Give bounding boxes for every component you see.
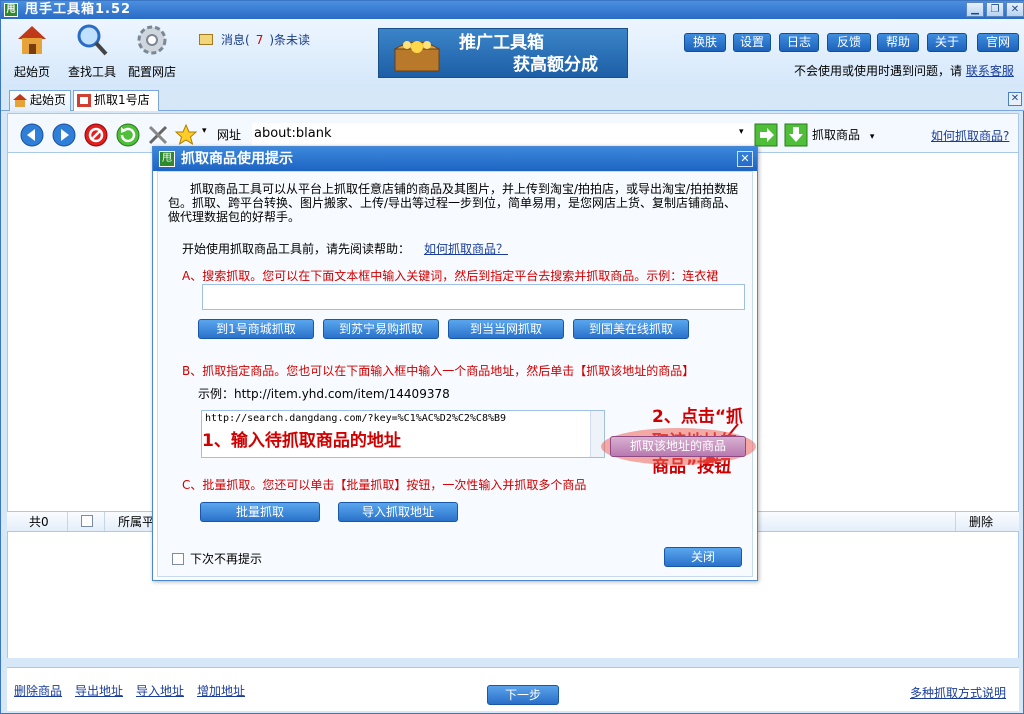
column-store: 所属平 [118,515,155,529]
window-title: 甩手工具箱1.52 [25,2,132,17]
dialog-intro: 抓取商品工具可以从平台上抓取任意店铺的商品及其图片，并上传到淘宝/拍拍店，或导出… [168,182,739,224]
keyword-input[interactable] [202,284,745,310]
tool-search[interactable]: 查找工具 [62,23,122,80]
tool-home[interactable]: 起始页 [2,23,62,80]
feedback-button[interactable]: 反馈 [827,33,871,52]
close-dialog-icon[interactable]: ✕ [737,151,753,167]
grab-methods-link[interactable]: 多种抓取方式说明 [910,684,1006,701]
tool-config-store[interactable]: 配置网店 [122,23,182,80]
url-example: 示例：http://item.yhd.com/item/14409378 [198,387,450,401]
batch-grab-button[interactable]: 批量抓取 [200,502,320,522]
official-site-button[interactable]: 官网 [977,33,1019,52]
grab-icon [77,94,91,107]
help-prefix: 开始使用抓取商品工具前，请先阅读帮助： [182,242,411,256]
grab-suning-button[interactable]: 到苏宁易购抓取 [323,319,439,339]
log-button[interactable]: 日志 [779,33,819,52]
column-divider [104,512,105,531]
close-tab-icon[interactable]: ✕ [1008,92,1022,106]
select-all-checkbox[interactable] [81,515,93,527]
home-icon [13,94,27,107]
treasure-chest-icon [393,41,441,72]
promo-banner[interactable]: 推广工具箱 获高额分成 [378,28,628,78]
tools-icon[interactable] [146,123,170,147]
main-toolbar: 起始页 查找工具 配置网店 消息(7)条未读 推广工具箱 获高额分成 换肤 设置… [1,19,1024,87]
annotation-step-1: 1、输入待抓取商品的地址 [202,431,401,451]
close-window-icon[interactable]: ✕ [1006,2,1024,17]
column-divider [955,512,956,531]
search-icon [77,24,108,56]
go-icon[interactable] [754,123,778,147]
stop-icon[interactable] [84,123,108,147]
support-notice: 不会使用或使用时遇到问题，请 联系客服 [794,64,1014,78]
delete-products-link[interactable]: 删除商品 [14,682,62,699]
maximize-icon[interactable]: ❐ [986,2,1004,17]
import-address-link[interactable]: 导入地址 [136,682,184,699]
close-dialog-button[interactable]: 关闭 [664,547,742,567]
app-logo-icon: 甩 [159,151,175,167]
dialog-title: 抓取商品使用提示 [153,147,757,171]
column-divider [67,512,68,531]
column-delete: 删除 [969,515,994,529]
tab-home[interactable]: 起始页 [9,90,71,111]
gear-icon [137,25,167,55]
favorites-dropdown-icon[interactable]: ▾ [202,126,207,136]
grab-gome-button[interactable]: 到国美在线抓取 [573,319,689,339]
url-input[interactable]: about:blank [252,123,756,145]
tab-grab-yhd[interactable]: 抓取1号店 [73,90,159,111]
app-logo-icon: 甩 [4,3,18,17]
skin-button[interactable]: 换肤 [684,33,726,52]
product-count: 共0 [29,515,49,529]
favorites-star-icon[interactable] [174,123,198,147]
help-button[interactable]: 帮助 [877,33,919,52]
chevron-down-icon: ▾ [869,132,875,142]
back-icon[interactable] [20,123,44,147]
next-step-button[interactable]: 下一步 [487,685,559,705]
dialog-body: 抓取商品工具可以从平台上抓取任意店铺的商品及其图片，并上传到淘宝/拍拍店，或导出… [157,171,756,577]
envelope-icon [199,34,213,45]
grab-products-menu[interactable]: 抓取商品 ▾ [812,126,874,143]
import-grab-address-button[interactable]: 导入抓取地址 [338,502,458,522]
url-label: 网址 [217,128,242,142]
forward-icon[interactable] [52,123,76,147]
no-remind-label: 下次不再提示 [190,552,263,566]
section-a-desc: A、搜索抓取。您可以在下面文本框中输入关键词，然后到指定平台去搜索并抓取商品。示… [182,269,719,283]
tab-bar: 起始页 抓取1号店 [1,87,1024,111]
how-to-grab-link[interactable]: 如何抓取商品? [931,127,1009,144]
title-bar: 甩 甩手工具箱1.52 ▁ ❐ ✕ [1,1,1024,19]
section-c-desc: C、批量抓取。您还可以单击【批量抓取】按钮，一次性输入并抓取多个商品 [182,478,587,492]
minimize-icon[interactable]: ▁ [966,2,984,17]
add-address-link[interactable]: 增加地址 [197,682,245,699]
export-address-link[interactable]: 导出地址 [75,682,123,699]
how-to-grab-help-link[interactable]: 如何抓取商品？ [424,242,508,256]
url-dropdown-icon[interactable]: ▾ [739,127,744,137]
message-count: 7 [255,33,264,47]
grab-tips-dialog: 抓取商品使用提示 甩 ✕ 抓取商品工具可以从平台上抓取任意店铺的商品及其图片，并… [152,146,758,581]
about-button[interactable]: 关于 [927,33,967,52]
no-remind-checkbox[interactable] [172,553,184,565]
contact-support-link[interactable]: 联系客服 [966,64,1014,78]
message-notice[interactable]: 消息(7)条未读 [199,31,310,48]
section-b-desc: B、抓取指定商品。您也可以在下面输入框中输入一个商品地址，然后单击【抓取该地址的… [182,364,695,378]
download-icon[interactable] [784,123,808,147]
grab-dangdang-button[interactable]: 到当当网抓取 [448,319,564,339]
refresh-icon[interactable] [116,123,140,147]
grab-yhd-button[interactable]: 到1号商城抓取 [198,319,314,339]
settings-button[interactable]: 设置 [733,33,771,52]
grab-url-product-button[interactable]: 抓取该地址的商品 [610,436,746,457]
main-window: 甩 甩手工具箱1.52 ▁ ❐ ✕ 起始页 查找工具 配置网店 消息(7)条未读… [0,0,1024,714]
home-icon [18,26,46,54]
